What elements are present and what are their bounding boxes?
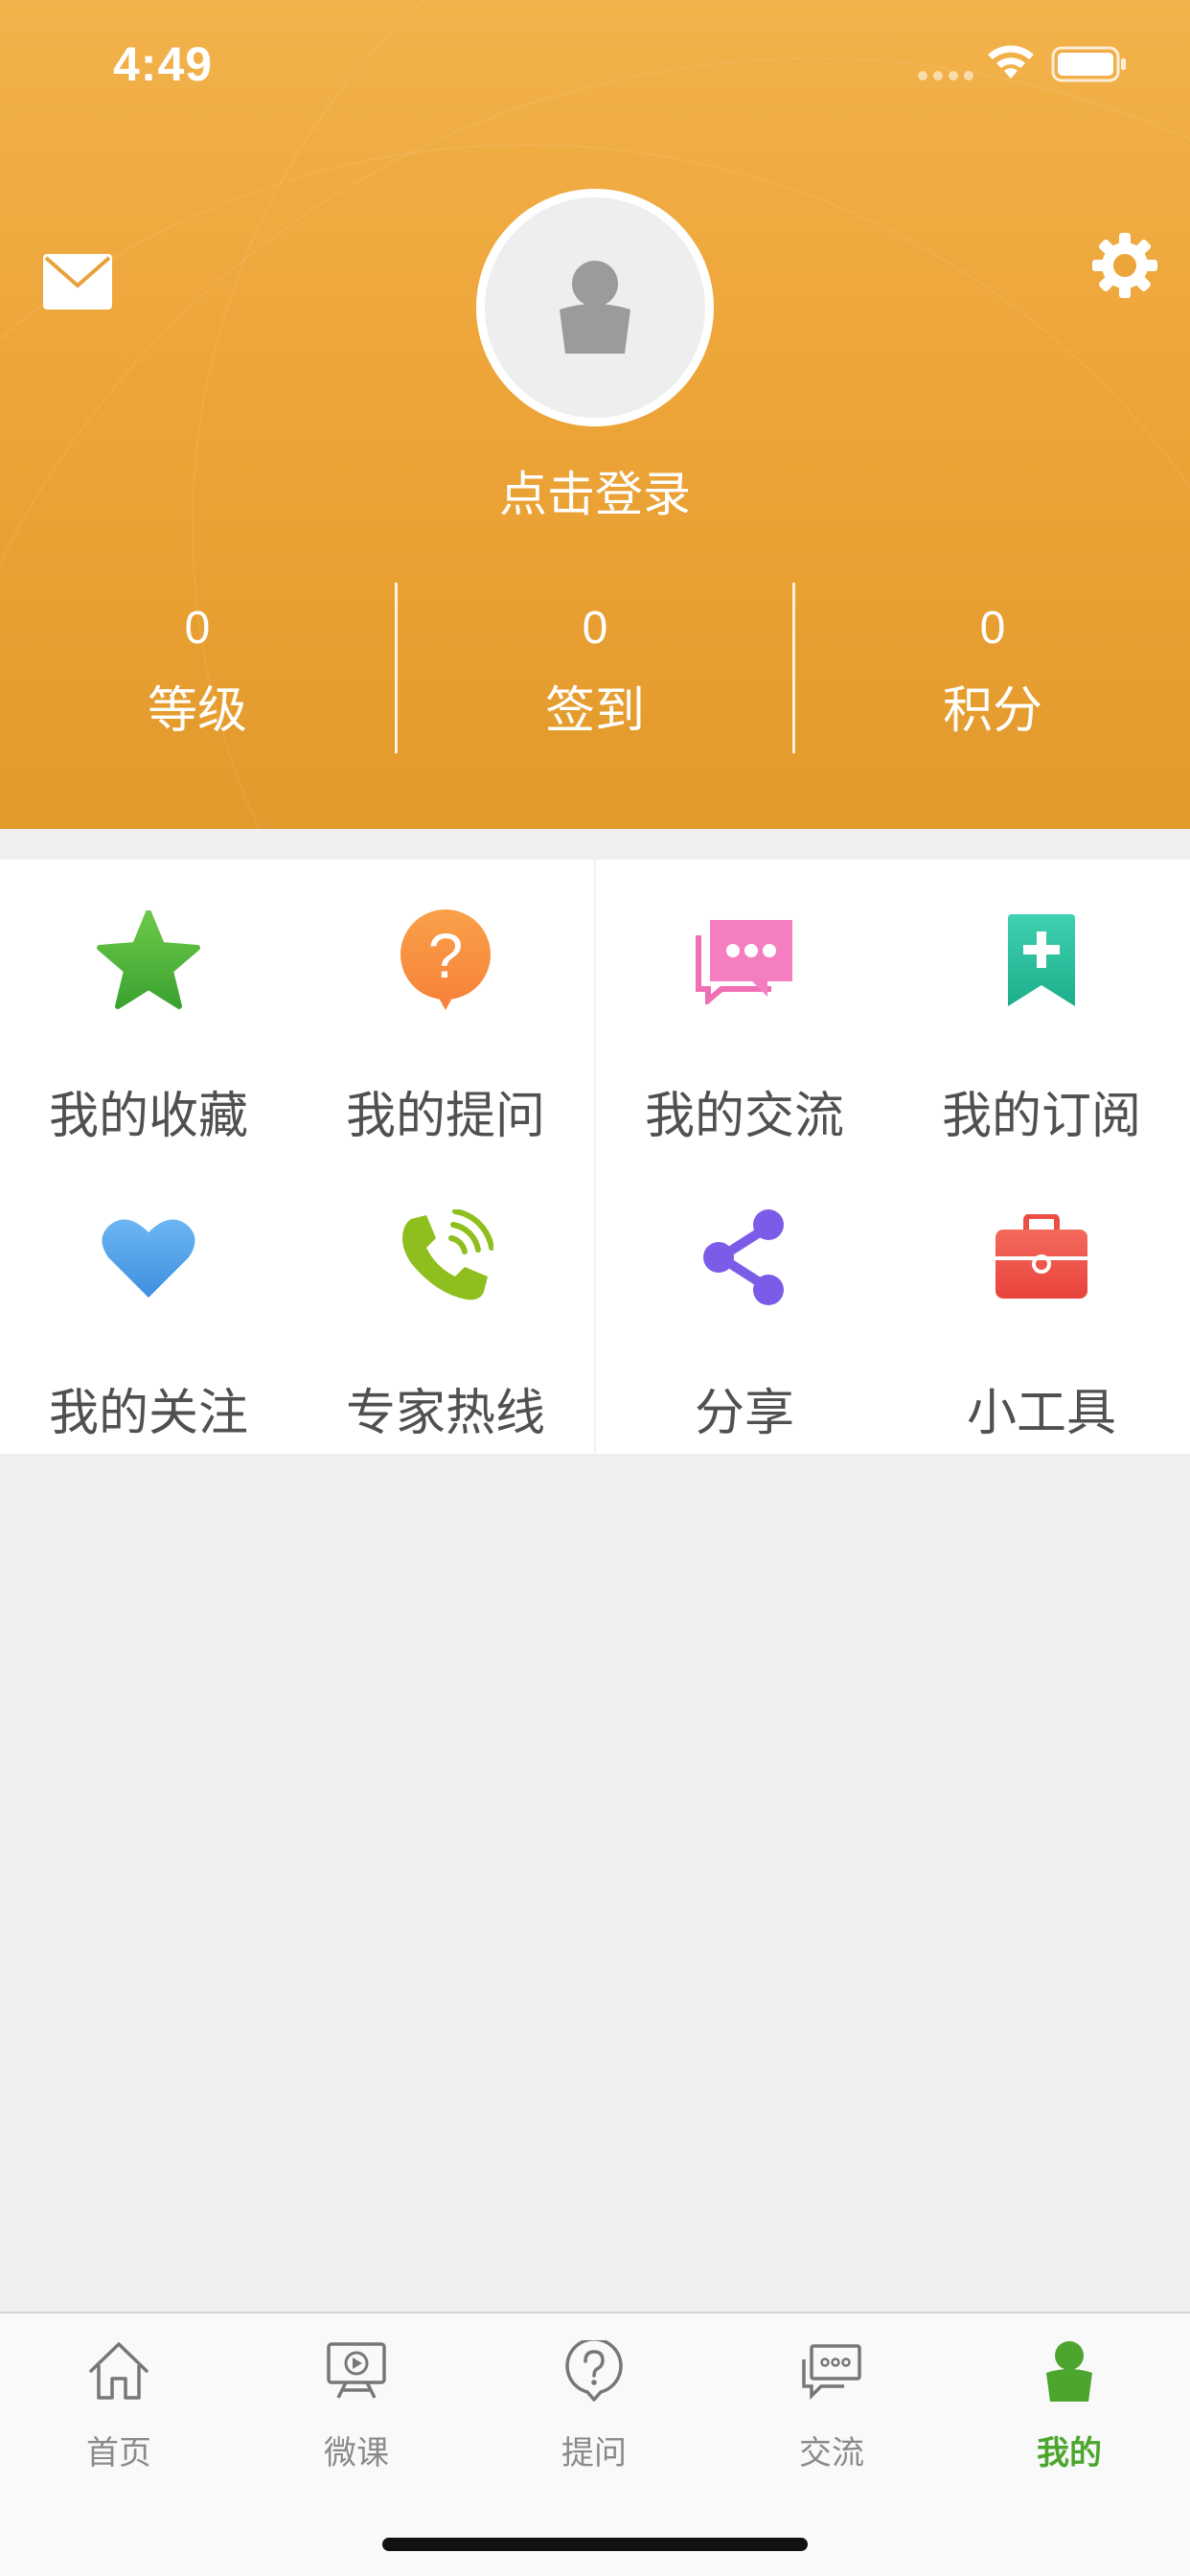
phone-icon (402, 1209, 493, 1300)
menu-item-share[interactable]: 分享 (596, 1157, 893, 1454)
chat-bubbles-icon (696, 920, 792, 1004)
tab-mine[interactable]: 我的 (950, 2313, 1188, 2505)
user-icon (1046, 2341, 1092, 2402)
menu-item-label: 分享 (694, 1385, 794, 1442)
stat-value: 0 (582, 603, 608, 654)
stat-checkin[interactable]: 0 签到 (398, 583, 792, 753)
menu-item-label: 我的提问 (345, 1088, 545, 1145)
star-icon (97, 910, 200, 1009)
stat-label: 签到 (544, 682, 645, 740)
video-board-icon (327, 2342, 386, 2399)
menu-item-questions[interactable]: ? 我的提问 (297, 860, 594, 1157)
avatar-placeholder (485, 197, 705, 418)
tab-ask[interactable]: 提问 (475, 2313, 713, 2505)
stat-level[interactable]: 0 等级 (0, 583, 395, 753)
home-icon (89, 2342, 149, 2400)
login-link[interactable]: 点击登录 (0, 456, 1190, 525)
profile-header: 4:49 点击登录 0 等级 0 签到 0 积分 (0, 0, 1190, 829)
stat-value: 0 (979, 603, 1006, 654)
home-indicator[interactable] (382, 2538, 808, 2551)
svg-text:?: ? (428, 920, 464, 991)
avatar[interactable] (476, 189, 714, 426)
menu-item-label: 我的订阅 (941, 1088, 1141, 1145)
bookmark-plus-icon (1008, 914, 1075, 1006)
tab-label: 交流 (799, 2434, 864, 2472)
share-icon (703, 1209, 784, 1305)
settings-gear-icon[interactable] (1092, 233, 1157, 298)
menu-item-label: 我的收藏 (48, 1088, 248, 1145)
tab-home[interactable]: 首页 (0, 2313, 238, 2505)
toolbox-icon (995, 1214, 1087, 1299)
tab-label: 首页 (86, 2434, 151, 2472)
menu-item-label: 专家热线 (345, 1385, 545, 1442)
user-silhouette-icon (560, 261, 630, 354)
tab-exchange[interactable]: 交流 (713, 2313, 950, 2505)
mail-icon[interactable] (43, 254, 112, 310)
tab-label: 我的 (1037, 2434, 1102, 2472)
menu-grid: 我的收藏 ? 我的提问 我的交流 我的订阅 我的关注 专家热线 分享 小工具 (0, 860, 1190, 1454)
status-time: 4:49 (113, 37, 214, 91)
question-bubble-icon: ? (400, 909, 491, 1010)
battery-icon (1051, 46, 1126, 82)
tab-micro-course[interactable]: 微课 (238, 2313, 475, 2505)
menu-item-discussions[interactable]: 我的交流 (596, 860, 893, 1157)
stats-row: 0 等级 0 签到 0 积分 (0, 583, 1190, 753)
wifi-icon (988, 45, 1034, 79)
stat-points[interactable]: 0 积分 (795, 583, 1190, 753)
chat-icon (802, 2344, 861, 2400)
tab-bar: 首页 微课 提问 交流 我的 (0, 2312, 1190, 2576)
cellular-signal-icon (918, 71, 973, 80)
menu-item-favorites[interactable]: 我的收藏 (0, 860, 297, 1157)
menu-item-tools[interactable]: 小工具 (893, 1157, 1190, 1454)
heart-icon (102, 1219, 195, 1298)
question-icon (565, 2340, 623, 2402)
stat-label: 等级 (147, 682, 247, 740)
tab-label: 提问 (561, 2434, 627, 2472)
menu-item-label: 我的交流 (644, 1088, 844, 1145)
stat-value: 0 (184, 603, 211, 654)
stat-label: 积分 (942, 682, 1042, 740)
menu-item-label: 小工具 (966, 1385, 1116, 1442)
menu-item-following[interactable]: 我的关注 (0, 1157, 297, 1454)
menu-item-label: 我的关注 (48, 1385, 248, 1442)
menu-item-subscriptions[interactable]: 我的订阅 (893, 860, 1190, 1157)
tab-label: 微课 (324, 2434, 389, 2472)
menu-item-expert-hotline[interactable]: 专家热线 (297, 1157, 594, 1454)
